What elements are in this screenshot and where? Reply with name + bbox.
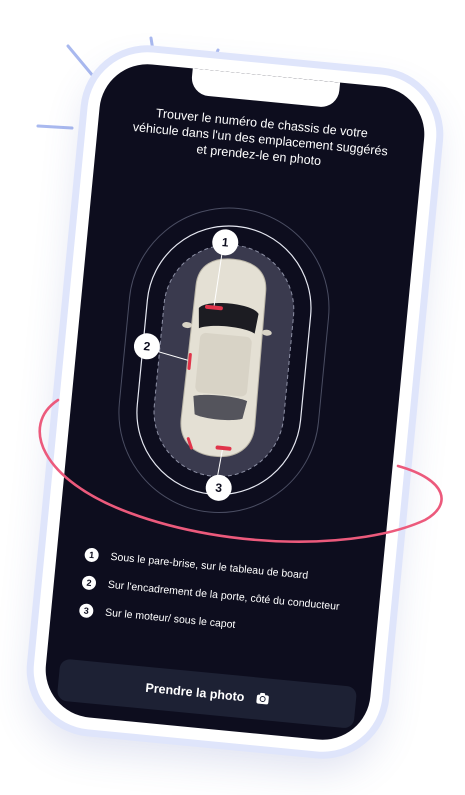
- legend-text: Sur le moteur/ sous le capot: [104, 606, 236, 632]
- legend-number: 2: [81, 575, 97, 591]
- phone-screen: Trouver le numéro de chassis de votre vé…: [41, 59, 429, 745]
- phone-mockup: Trouver le numéro de chassis de votre vé…: [28, 46, 442, 758]
- legend-number: 3: [78, 603, 94, 619]
- take-photo-label: Prendre la photo: [144, 680, 246, 705]
- car-diagram: [118, 207, 330, 514]
- camera-icon: [255, 693, 269, 705]
- legend-number: 1: [84, 547, 100, 563]
- page: Trouver le numéro de chassis de votre vé…: [0, 0, 465, 795]
